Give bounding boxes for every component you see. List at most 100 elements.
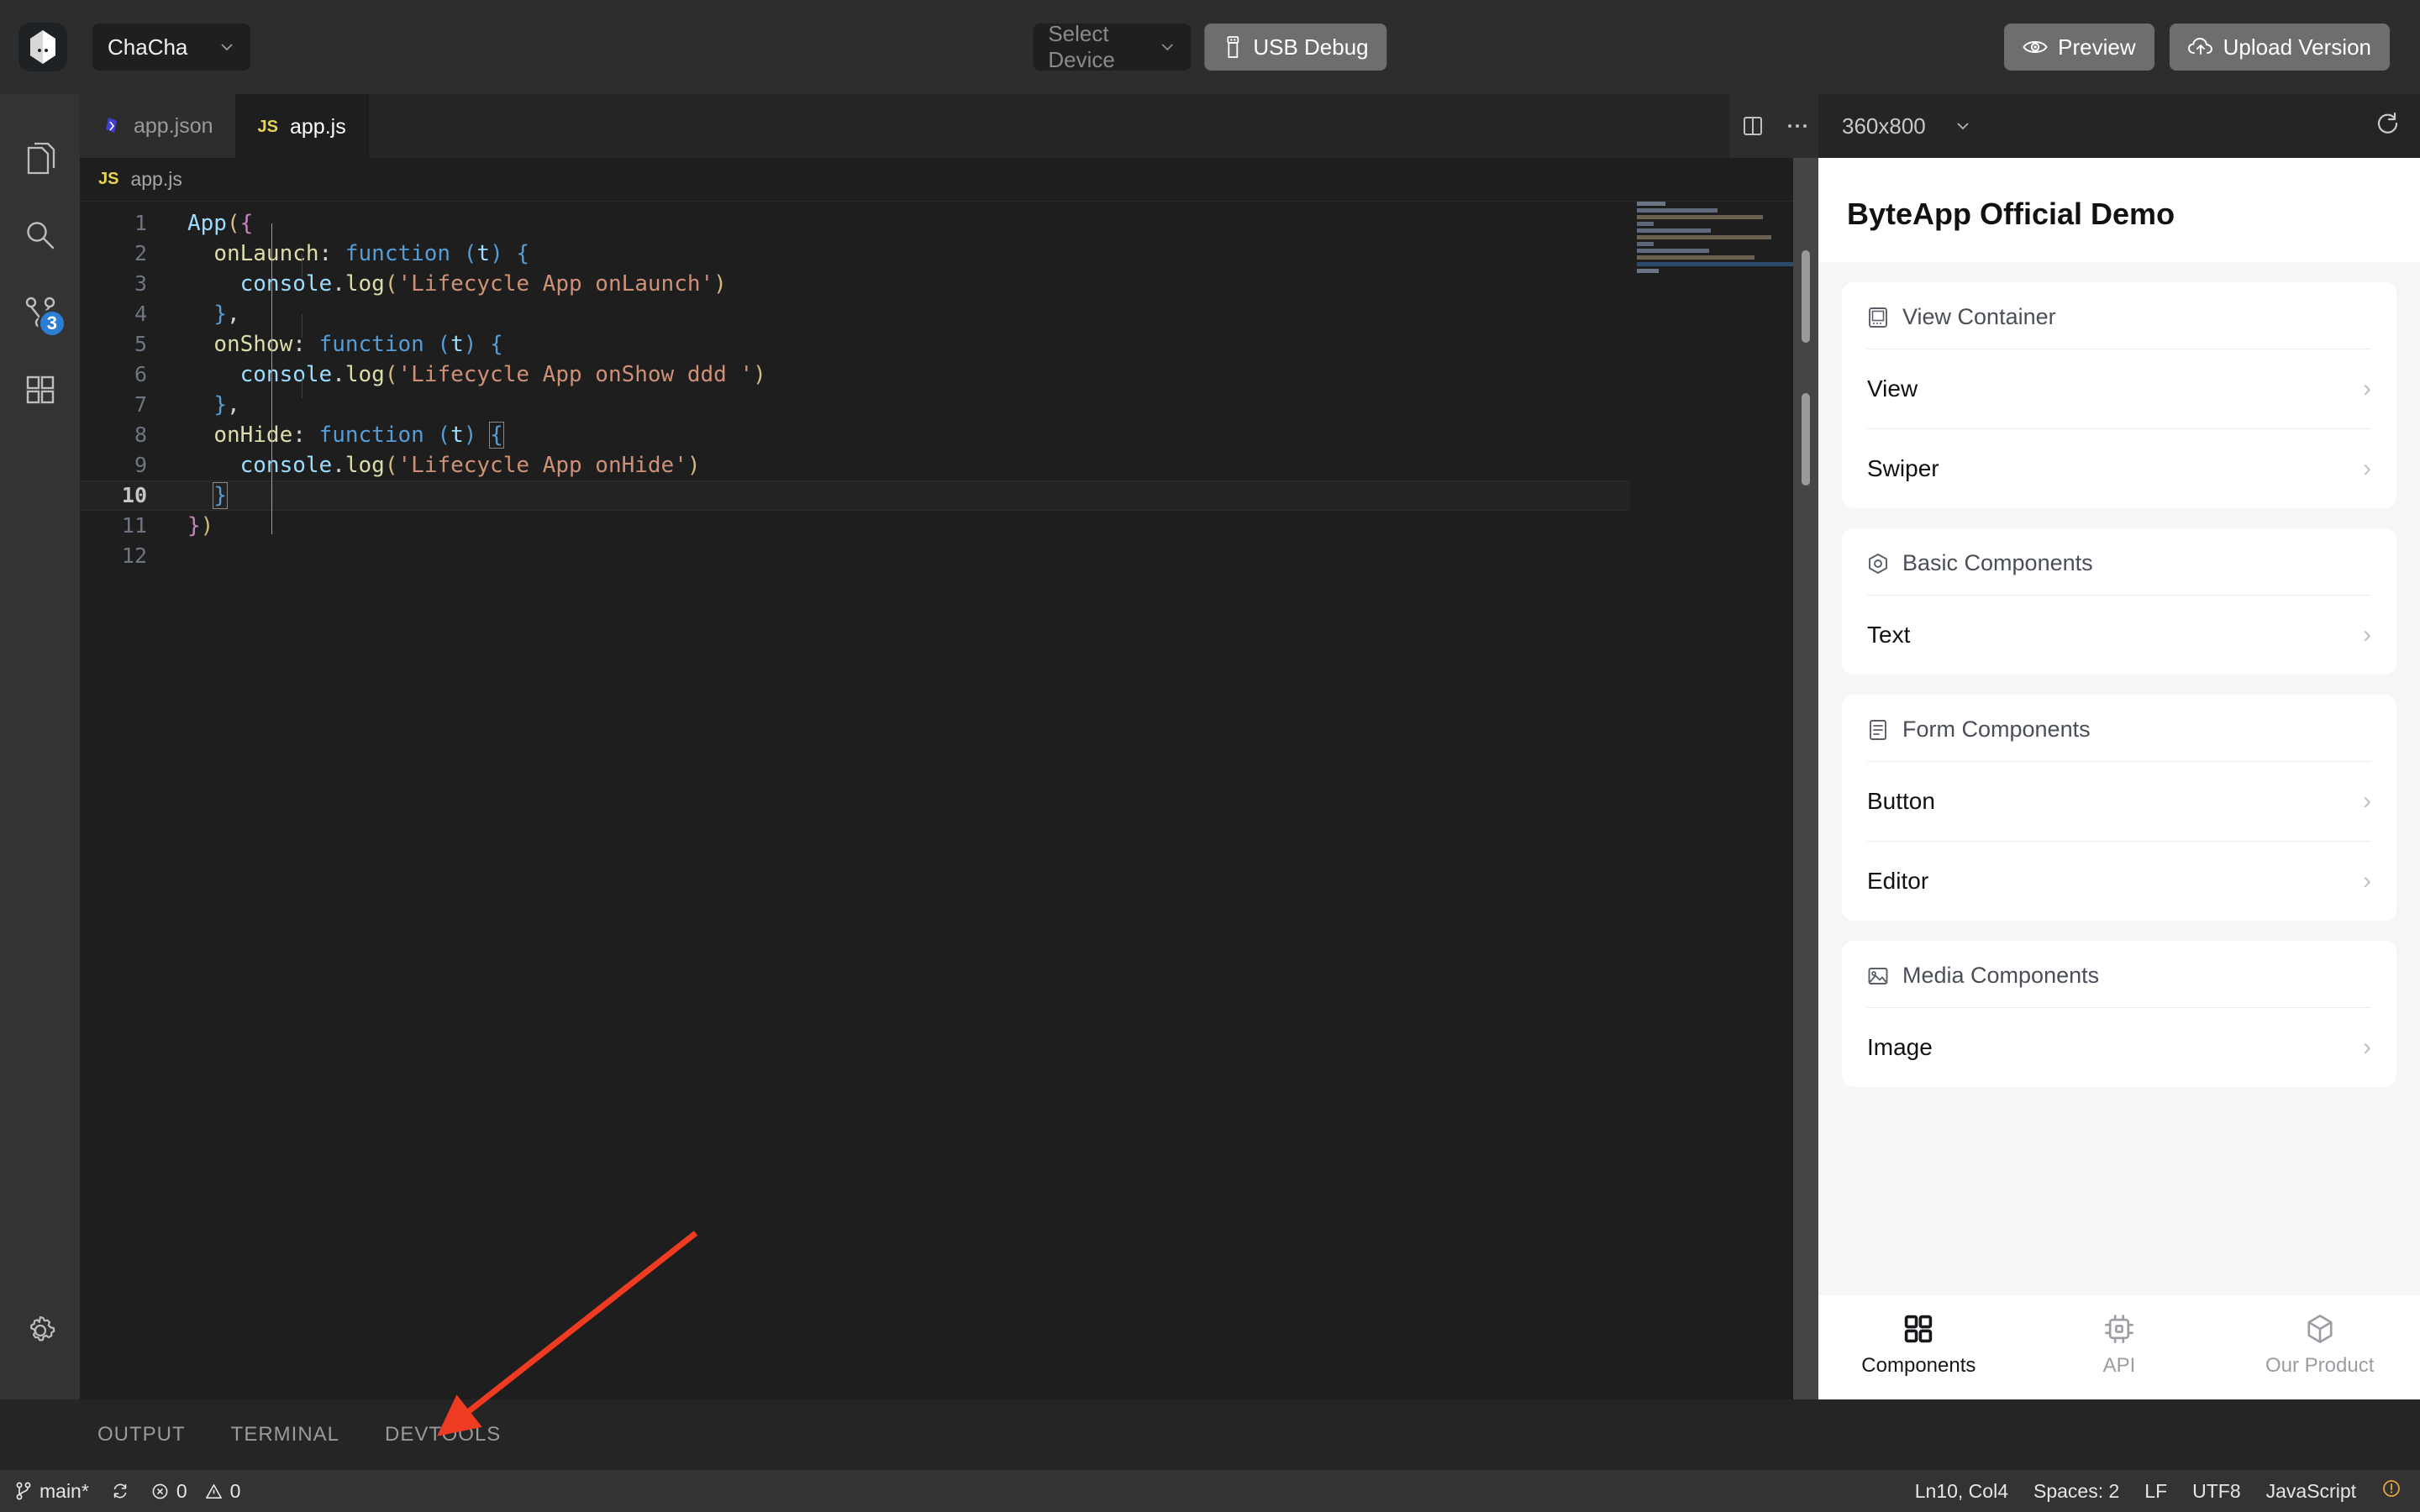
status-eol[interactable]: LF: [2144, 1480, 2167, 1503]
byteapp-cube-logo: [18, 23, 67, 71]
component-section-card: Media Components Image ›: [1842, 941, 2396, 1087]
list-item-label: Editor: [1867, 868, 1929, 894]
project-selector[interactable]: ChaCha: [92, 24, 250, 71]
hexagon-cube-icon: [2307, 1315, 2333, 1343]
usb-debug-button[interactable]: USB Debug: [1204, 24, 1387, 71]
refresh-icon: [2377, 112, 2398, 134]
sim-tab-components[interactable]: Components: [1818, 1314, 2019, 1378]
branch-name: main*: [39, 1479, 89, 1502]
code-line: 7 },: [80, 390, 1818, 420]
source-control-branch-icon: [16, 1482, 31, 1500]
sidebar-item-extensions[interactable]: [0, 351, 80, 428]
usb-debug-label: USB Debug: [1253, 34, 1369, 60]
upload-version-button[interactable]: Upload Version: [2169, 24, 2390, 71]
status-notifications[interactable]: [2381, 1478, 2402, 1504]
chevron-down-icon[interactable]: [1954, 118, 1971, 134]
code-line: 2 onLaunch: function (t) {: [80, 239, 1818, 269]
simulator-viewport: ByteApp Official Demo View Container View…: [1818, 158, 2420, 1399]
code-line: 6 console.log('Lifecycle App onShow ddd …: [80, 360, 1818, 390]
tab-app-json[interactable]: app.json: [80, 94, 236, 158]
component-section-card: Basic Components Text ›: [1842, 528, 2396, 675]
section-title: Media Components: [1902, 963, 2100, 988]
split-editor-button[interactable]: [1729, 94, 1776, 158]
list-item[interactable]: Button ›: [1867, 762, 2371, 842]
tab-label: app.js: [290, 114, 346, 139]
grid-icon: [1905, 1315, 1933, 1343]
line-number: 5: [134, 332, 147, 356]
list-item[interactable]: View ›: [1867, 349, 2371, 429]
gear-icon: [29, 1315, 55, 1341]
status-language-mode[interactable]: JavaScript: [2266, 1480, 2356, 1503]
component-sections-list[interactable]: View Container View › Swiper › Basic Componen…: [1818, 262, 2420, 1295]
editor-more-actions-button[interactable]: [1776, 94, 1818, 158]
sidebar-item-explorer[interactable]: [0, 119, 80, 197]
more-actions-icon: [1788, 124, 1807, 128]
sidebar-item-search[interactable]: [0, 197, 80, 274]
tab-app-js[interactable]: JS app.js: [235, 94, 369, 158]
code-line: 8 onHide: function (t) {: [80, 420, 1818, 450]
list-item[interactable]: Editor ›: [1867, 842, 2371, 921]
top-toolbar: ChaCha Select Device USB Debug Preview U…: [0, 0, 2420, 94]
chevron-right-icon: ›: [2363, 787, 2371, 815]
status-branch[interactable]: main*: [15, 1480, 89, 1503]
code-text: onShow: function (t) {: [213, 332, 503, 357]
bottom-panel-tabs: OUTPUT TERMINAL DEVTOOLS: [0, 1399, 2420, 1470]
line-number: 6: [134, 362, 147, 386]
list-item[interactable]: Swiper ›: [1867, 429, 2371, 508]
code-editor[interactable]: 1 App({2 onLaunch: function (t) {3 consol…: [80, 202, 1818, 1399]
extensions-icon: [26, 375, 54, 404]
list-item[interactable]: Text ›: [1867, 596, 2371, 675]
js-file-icon: JS: [257, 117, 278, 136]
json-file-icon: [106, 118, 117, 133]
code-text: }): [187, 513, 214, 538]
resize-handle-top[interactable]: [1802, 250, 1810, 343]
status-bar-right: Ln10, Col4 Spaces: 2 LF UTF8 JavaScript: [1915, 1478, 2402, 1504]
status-indentation[interactable]: Spaces: 2: [2033, 1480, 2119, 1503]
error-count: 0: [176, 1479, 187, 1502]
sim-tab-label: API: [2102, 1354, 2136, 1377]
panel-tab-output[interactable]: OUTPUT: [97, 1423, 186, 1446]
minimap-line: [1637, 202, 1665, 206]
status-sync[interactable]: [111, 1482, 129, 1500]
device-placeholder: Select Device: [1048, 21, 1115, 72]
warning-triangle-icon: [205, 1483, 222, 1499]
source-control-badge: 3: [37, 309, 66, 338]
eye-icon: [2023, 41, 2048, 53]
sidebar-item-settings[interactable]: [0, 1292, 80, 1369]
byteapp-ide-window: ChaCha Select Device USB Debug Preview U…: [0, 0, 2420, 1512]
breadcrumb-label: app.js: [130, 168, 182, 190]
section-header: View Container: [1867, 282, 2371, 349]
simulator-refresh-button[interactable]: [2375, 111, 2400, 142]
code-lines: 1 App({2 onLaunch: function (t) {3 consol…: [80, 208, 1818, 571]
media-components-icon: [1868, 967, 1888, 984]
preview-label: Preview: [2058, 34, 2136, 60]
code-line: 1 App({: [80, 208, 1818, 239]
status-problems[interactable]: 0 0: [151, 1479, 241, 1503]
breadcrumb[interactable]: JS app.js: [80, 158, 1818, 202]
sim-tab-api[interactable]: API: [2019, 1314, 2220, 1378]
panel-tab-terminal[interactable]: TERMINAL: [231, 1423, 339, 1446]
code-line: 9 console.log('Lifecycle App onHide'): [80, 450, 1818, 480]
preview-button[interactable]: Preview: [2004, 24, 2154, 71]
list-item-label: Swiper: [1867, 455, 1939, 481]
panel-tab-devtools[interactable]: DEVTOOLS: [385, 1423, 501, 1446]
line-number: 2: [134, 241, 147, 265]
activity-bar: 3: [0, 94, 80, 1399]
list-item-label: Text: [1867, 622, 1911, 648]
line-number: 1: [134, 211, 147, 235]
status-encoding[interactable]: UTF8: [2192, 1480, 2241, 1503]
sim-tab-our-product[interactable]: Our Product: [2219, 1314, 2420, 1378]
status-cursor-position[interactable]: Ln10, Col4: [1915, 1480, 2008, 1503]
search-icon: [26, 222, 54, 249]
usb-icon: [1227, 36, 1239, 58]
basic-components-icon: [1869, 553, 1887, 574]
page-title: ByteApp Official Demo: [1818, 158, 2420, 262]
list-item[interactable]: Image ›: [1867, 1008, 2371, 1087]
resize-handle-bottom[interactable]: [1802, 393, 1810, 486]
warning-count: 0: [229, 1479, 241, 1502]
device-selector[interactable]: Select Device: [1033, 21, 1192, 72]
error-circle-icon: [152, 1483, 168, 1499]
panel-resize-column[interactable]: [1793, 158, 1818, 1399]
sidebar-item-source-control[interactable]: 3: [0, 274, 80, 351]
code-text: onHide: function (t) {: [213, 422, 504, 449]
